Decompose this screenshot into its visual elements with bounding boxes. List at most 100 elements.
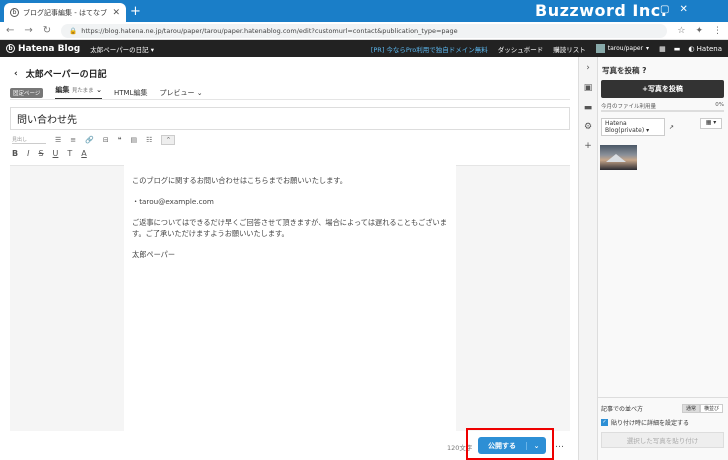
- body-line: ・tarou@example.com: [132, 197, 214, 206]
- editor-body[interactable]: このブログに関するお問い合わせはこちらまでお願いいたします。 ・tarou@ex…: [124, 165, 456, 431]
- usage-percent: 0%: [715, 102, 724, 108]
- logo-text: Hatena Blog: [18, 43, 81, 54]
- usage-bar: [601, 110, 724, 112]
- sort-label: 記事での並べ方: [601, 406, 644, 413]
- folder-icon[interactable]: ▬: [582, 103, 594, 113]
- panel-title: 写真を投稿 ?: [602, 65, 646, 76]
- format-toolbar-row2: B I S U T A: [12, 149, 87, 158]
- body-line: このブログに関するお問い合わせはこちらまでお願いいたします。: [132, 176, 347, 185]
- blog-selector-label: 太郎ペーパーの日記: [90, 45, 149, 54]
- horizontal-rule-icon[interactable]: ⊟: [103, 136, 109, 144]
- panel-title-text: 写真を投稿: [602, 66, 640, 75]
- sort-option-horizontal[interactable]: 横並び: [699, 404, 723, 413]
- sort-row: 記事での並べ方 通常 横並び: [601, 404, 723, 413]
- grid-view-icon[interactable]: ▦ ▾: [700, 118, 722, 129]
- detail-checkbox[interactable]: ✓: [601, 419, 608, 426]
- promo-link[interactable]: [PR] 今ならPro利用で独自ドメイン無料: [371, 44, 488, 54]
- link-icon[interactable]: 🔗: [85, 136, 94, 144]
- blog-title: 太郎ペーパーの日記: [25, 70, 107, 80]
- more-format-icon[interactable]: ☷: [146, 136, 152, 144]
- upload-photo-button[interactable]: + 写真を投稿: [601, 80, 724, 98]
- star-icon[interactable]: ☆: [677, 26, 685, 36]
- divider: [598, 397, 728, 398]
- avatar: [595, 44, 605, 53]
- divider: [10, 99, 570, 100]
- title-input[interactable]: 問い合わせ先: [10, 107, 570, 130]
- editor-tabs: 固定ページ 編集 見たまま ⌄ HTML編集 プレビュー ⌄: [10, 85, 203, 100]
- side-icon-strip: [578, 57, 598, 460]
- browser-tab[interactable]: b ブログ記事編集 - はてなブログ ✕: [4, 3, 126, 22]
- tab-title: ブログ記事編集 - はてなブログ: [23, 8, 108, 17]
- heading-select[interactable]: 見出し: [12, 136, 46, 144]
- reload-icon[interactable]: ↻: [43, 25, 51, 36]
- url-field[interactable]: 🔒 https://blog.hatena.ne.jp/tarou/paper/…: [61, 23, 668, 38]
- more-options-icon[interactable]: …: [555, 440, 564, 450]
- collapse-toolbar-icon[interactable]: ⌃: [161, 135, 176, 145]
- close-window-icon[interactable]: ✕: [679, 4, 687, 15]
- album-row: Hatena Blog(private) ▾ ↗: [601, 118, 674, 136]
- tab-edit-label: 編集: [55, 86, 70, 94]
- external-link-icon[interactable]: ↗: [669, 124, 674, 131]
- window-controls: — ▢ ✕: [640, 4, 688, 15]
- strikethrough-icon[interactable]: S: [38, 149, 43, 158]
- photo-thumbnail[interactable]: [600, 145, 637, 170]
- hatena-logo-icon: b: [6, 44, 15, 53]
- new-tab-button[interactable]: +: [130, 4, 141, 19]
- back-icon[interactable]: ←: [6, 25, 14, 36]
- sort-options: 通常 横並び: [681, 404, 723, 413]
- body-line: 太郎ペーパー: [132, 250, 176, 259]
- hatena-header: b Hatena Blog 太郎ペーパーの日記 ▾ [PR] 今ならPro利用で…: [0, 40, 728, 57]
- dashboard-link[interactable]: ダッシュボード: [498, 44, 544, 54]
- hatena-text: Hatena: [696, 44, 722, 53]
- menu-icon[interactable]: ⋮: [713, 26, 722, 36]
- help-icon[interactable]: ?: [642, 66, 646, 75]
- collapse-panel-icon[interactable]: ›: [582, 63, 594, 73]
- bold-icon[interactable]: B: [12, 149, 18, 158]
- highlight-box: [466, 428, 554, 460]
- maximize-icon[interactable]: ▢: [660, 4, 669, 15]
- url-text: https://blog.hatena.ne.jp/tarou/paper/ta…: [81, 26, 458, 35]
- user-menu[interactable]: tarou/paper ▾: [595, 44, 649, 53]
- tab-edit[interactable]: 編集 見たまま ⌄: [55, 85, 102, 100]
- notification-icon[interactable]: ▬: [674, 45, 681, 53]
- detail-label: 貼り付け時に詳細を設定する: [611, 420, 690, 427]
- mountain-shape: [606, 154, 626, 162]
- fixed-page-badge: 固定ページ: [10, 87, 44, 98]
- album-select-label: Hatena Blog(private): [605, 120, 645, 134]
- usage-label: 今月のファイル利用量: [601, 104, 657, 110]
- bullet-list-icon[interactable]: ☰: [55, 136, 61, 144]
- forward-icon[interactable]: →: [24, 25, 32, 36]
- gear-icon[interactable]: ⚙: [582, 122, 594, 132]
- back-arrow-icon[interactable]: ‹: [14, 69, 18, 79]
- album-select[interactable]: Hatena Blog(private) ▾: [601, 118, 665, 136]
- tab-preview[interactable]: プレビュー ⌄: [159, 88, 202, 98]
- extensions-icon[interactable]: ✦: [695, 26, 703, 36]
- tab-html-edit[interactable]: HTML編集: [114, 88, 147, 98]
- text-size-icon[interactable]: T: [67, 149, 72, 158]
- blog-selector[interactable]: 太郎ペーパーの日記 ▾: [90, 44, 154, 54]
- paste-photo-button[interactable]: 選択した写真を貼り付け: [601, 432, 724, 448]
- user-name: tarou/paper: [607, 45, 644, 52]
- hatena-logo[interactable]: b Hatena Blog: [6, 44, 80, 54]
- quote-icon[interactable]: ❝: [118, 136, 122, 144]
- apps-grid-icon[interactable]: ▦: [659, 45, 666, 53]
- hatena-favicon-icon: b: [10, 8, 19, 17]
- usage-info: 今月のファイル利用量 0%: [601, 102, 724, 110]
- address-bar: ← → ↻ 🔒 https://blog.hatena.ne.jp/tarou/…: [0, 22, 728, 40]
- photo-icon[interactable]: ▣: [582, 83, 594, 93]
- format-toolbar-row1: 見出し ☰ ≡ 🔗 ⊟ ❝ ▤ ☷ ⌃: [12, 135, 176, 145]
- plus-icon[interactable]: +: [582, 141, 594, 151]
- hatena-link[interactable]: ◐ Hatena: [688, 45, 722, 53]
- numbered-list-icon[interactable]: ≡: [70, 136, 76, 144]
- tab-edit-sub: 見たまま: [71, 88, 94, 94]
- page-title: ‹ 太郎ペーパーの日記: [14, 67, 107, 81]
- table-icon[interactable]: ▤: [131, 136, 138, 144]
- text-color-icon[interactable]: A: [81, 149, 86, 158]
- underline-icon[interactable]: U: [53, 149, 59, 158]
- body-line: ご返事についてはできるだけ早くご回答させて頂きますが、場合によっては遅れることも…: [132, 218, 447, 238]
- minimize-icon[interactable]: —: [640, 4, 650, 15]
- reading-list-link[interactable]: 購読リスト: [553, 44, 586, 54]
- sort-option-normal[interactable]: 通常: [681, 404, 700, 413]
- italic-icon[interactable]: I: [27, 149, 29, 158]
- close-tab-icon[interactable]: ✕: [112, 8, 120, 18]
